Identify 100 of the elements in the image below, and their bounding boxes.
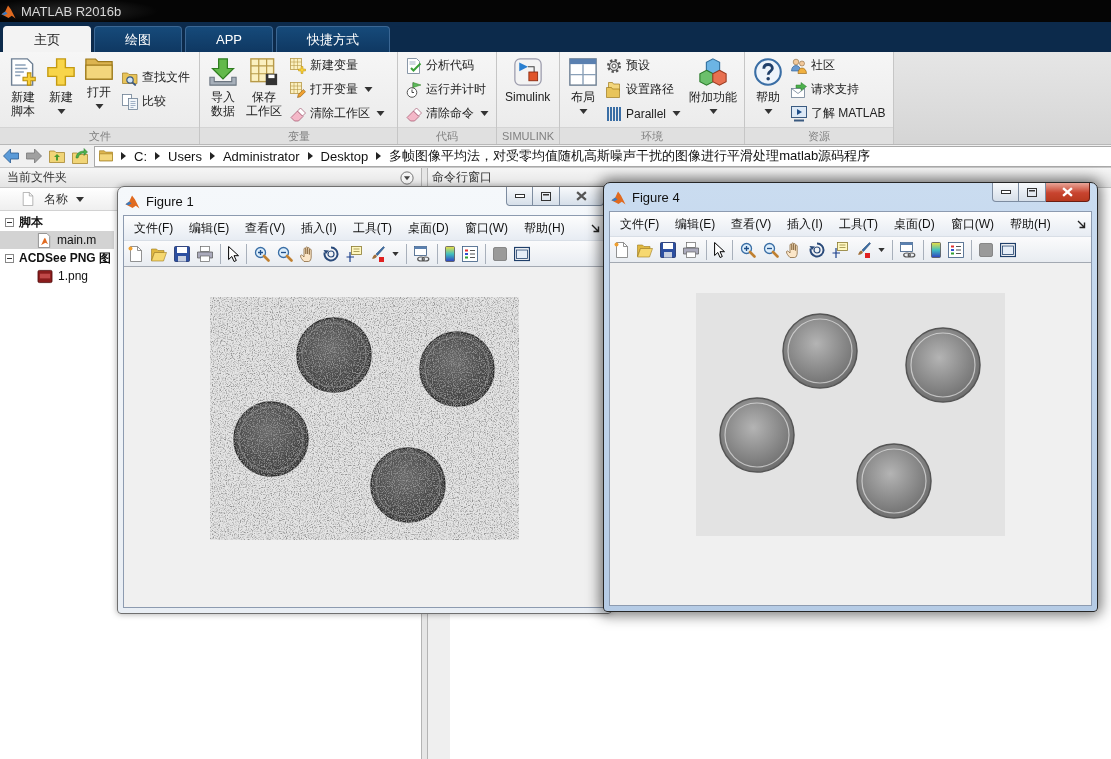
menu-item[interactable]: 工具(T) (344, 216, 400, 240)
ribbon-button[interactable]: 了解 MATLAB (788, 101, 889, 126)
brush-icon[interactable] (855, 241, 871, 258)
caret-icon[interactable] (121, 152, 126, 160)
ribbon-tab[interactable]: APP (185, 26, 273, 52)
ribbon-button[interactable]: 分析代码 (403, 53, 492, 78)
legend-icon[interactable] (948, 241, 964, 258)
tree-item[interactable]: 1.png (0, 267, 114, 285)
menu-item[interactable]: 文件(F) (612, 212, 668, 236)
note-crosshair-icon[interactable] (832, 241, 848, 258)
dropdown-icon[interactable] (400, 170, 414, 185)
square-icon[interactable] (979, 242, 993, 257)
ribbon-button[interactable]: 查找文件 (119, 65, 193, 90)
path-segment[interactable]: Users (168, 148, 202, 164)
zoom-out-icon[interactable] (277, 245, 293, 262)
ribbon-button[interactable]: 新建变量 (287, 53, 388, 78)
frame-icon[interactable] (1000, 241, 1016, 258)
tree-item[interactable]: main.m (0, 231, 114, 249)
menu-item[interactable]: 查看(V) (237, 216, 294, 240)
back-arrow-icon[interactable] (3, 148, 19, 164)
ribbon-tab[interactable]: 绘图 (94, 26, 182, 52)
ribbon-button[interactable]: Parallel (603, 101, 685, 126)
close-button[interactable] (1046, 183, 1090, 202)
link-icon[interactable] (414, 245, 430, 262)
ribbon-button[interactable]: 请求支持 (788, 77, 889, 102)
brush-icon[interactable] (369, 245, 385, 262)
pointer-icon[interactable] (714, 241, 725, 258)
save-icon[interactable] (660, 241, 676, 258)
ribbon-button[interactable]: 导入 数据 (205, 52, 241, 127)
note-crosshair-icon[interactable] (346, 245, 362, 262)
pointer-icon[interactable] (228, 245, 239, 262)
colorbar-icon[interactable] (445, 245, 455, 262)
forward-arrow-icon[interactable] (26, 148, 42, 164)
ribbon-button[interactable]: 保存 工作区 (243, 52, 285, 127)
menu-item[interactable]: 桌面(D) (400, 216, 457, 240)
folder-arrow-icon[interactable] (72, 148, 88, 164)
legend-icon[interactable] (462, 245, 478, 262)
minimize-button[interactable] (992, 183, 1019, 202)
menu-item[interactable]: 编辑(E) (181, 216, 238, 240)
minimize-button[interactable] (506, 187, 533, 206)
link-icon[interactable] (900, 241, 916, 258)
caret-icon[interactable] (376, 152, 382, 160)
new-file-icon[interactable] (614, 241, 630, 258)
printer-icon[interactable] (683, 241, 699, 258)
caret-icon[interactable] (307, 152, 313, 160)
ribbon-button[interactable]: 新建 脚本 (5, 52, 41, 127)
ribbon-button[interactable]: 设置路径 (603, 77, 685, 102)
rotate-icon[interactable] (323, 245, 339, 262)
ribbon-button[interactable]: 新建 (43, 52, 79, 127)
square-icon[interactable] (493, 246, 507, 261)
save-icon[interactable] (174, 245, 190, 262)
maximize-button[interactable] (533, 187, 560, 206)
frame-icon[interactable] (514, 245, 530, 262)
ribbon-button[interactable]: 打开 (81, 52, 117, 127)
menu-item[interactable]: 插入(I) (779, 212, 831, 236)
path-segment[interactable]: 多帧图像平均法，对受零均值随机高斯噪声干扰的图像进行平滑处理matlab源码程序 (389, 147, 871, 165)
ribbon-button[interactable]: 帮助 (750, 52, 787, 127)
caret-icon[interactable] (209, 152, 215, 160)
menu-item[interactable]: 窗口(W) (456, 216, 516, 240)
menu-item[interactable]: 插入(I) (293, 216, 345, 240)
folder-open-icon[interactable] (637, 241, 653, 258)
folder-up-icon[interactable] (49, 148, 65, 164)
ribbon-button[interactable]: 比较 (119, 89, 193, 114)
collapse-icon[interactable] (5, 217, 14, 227)
new-file-icon[interactable] (128, 245, 144, 262)
menu-item[interactable]: 窗口(W) (942, 212, 1002, 236)
ribbon-button[interactable]: 打开变量 (287, 77, 388, 102)
ribbon-button[interactable]: 清除命令 (403, 101, 492, 126)
ribbon-button[interactable]: 清除工作区 (287, 101, 388, 126)
menu-item[interactable]: 工具(T) (830, 212, 886, 236)
ribbon-tab[interactable]: 主页 (3, 26, 91, 52)
printer-icon[interactable] (197, 245, 213, 262)
ribbon-button[interactable]: 社区 (788, 53, 889, 78)
caret-icon[interactable] (392, 251, 399, 256)
menu-item[interactable]: 帮助(H) (516, 216, 573, 240)
menu-item[interactable]: 编辑(E) (667, 212, 724, 236)
tree-item[interactable]: ACDSee PNG 图 (0, 249, 114, 267)
tree-item[interactable]: 脚本 (0, 213, 114, 231)
ribbon-button[interactable]: 运行并计时 (403, 77, 492, 102)
arrow-icon[interactable] (1077, 219, 1086, 229)
arrow-icon[interactable] (591, 223, 600, 233)
ribbon-button[interactable]: Simulink (502, 52, 554, 127)
menu-item[interactable]: 桌面(D) (886, 212, 943, 236)
menu-item[interactable]: 帮助(H) (1002, 212, 1059, 236)
folder-open-icon[interactable] (151, 245, 167, 262)
ribbon-button[interactable]: 附加功能 (686, 52, 741, 127)
close-button[interactable] (560, 187, 604, 206)
menu-item[interactable]: 查看(V) (723, 212, 780, 236)
zoom-out-icon[interactable] (763, 241, 779, 258)
ribbon-button[interactable]: 预设 (603, 53, 685, 78)
zoom-in-icon[interactable] (254, 245, 270, 262)
caret-icon[interactable] (878, 247, 885, 252)
path-field[interactable]: C: Users Administrator Desktop 多帧图像平均法，对受零均值随机高斯噪声干扰的图像进行平滑处理matlab源码程序 (94, 145, 1111, 167)
path-segment[interactable]: Desktop (320, 148, 369, 164)
path-segment[interactable]: Administrator (222, 148, 300, 164)
rotate-icon[interactable] (809, 241, 825, 258)
collapse-icon[interactable] (5, 253, 14, 263)
column-header[interactable]: 名称 (44, 190, 84, 208)
colorbar-icon[interactable] (931, 241, 941, 258)
menu-item[interactable]: 文件(F) (126, 216, 182, 240)
